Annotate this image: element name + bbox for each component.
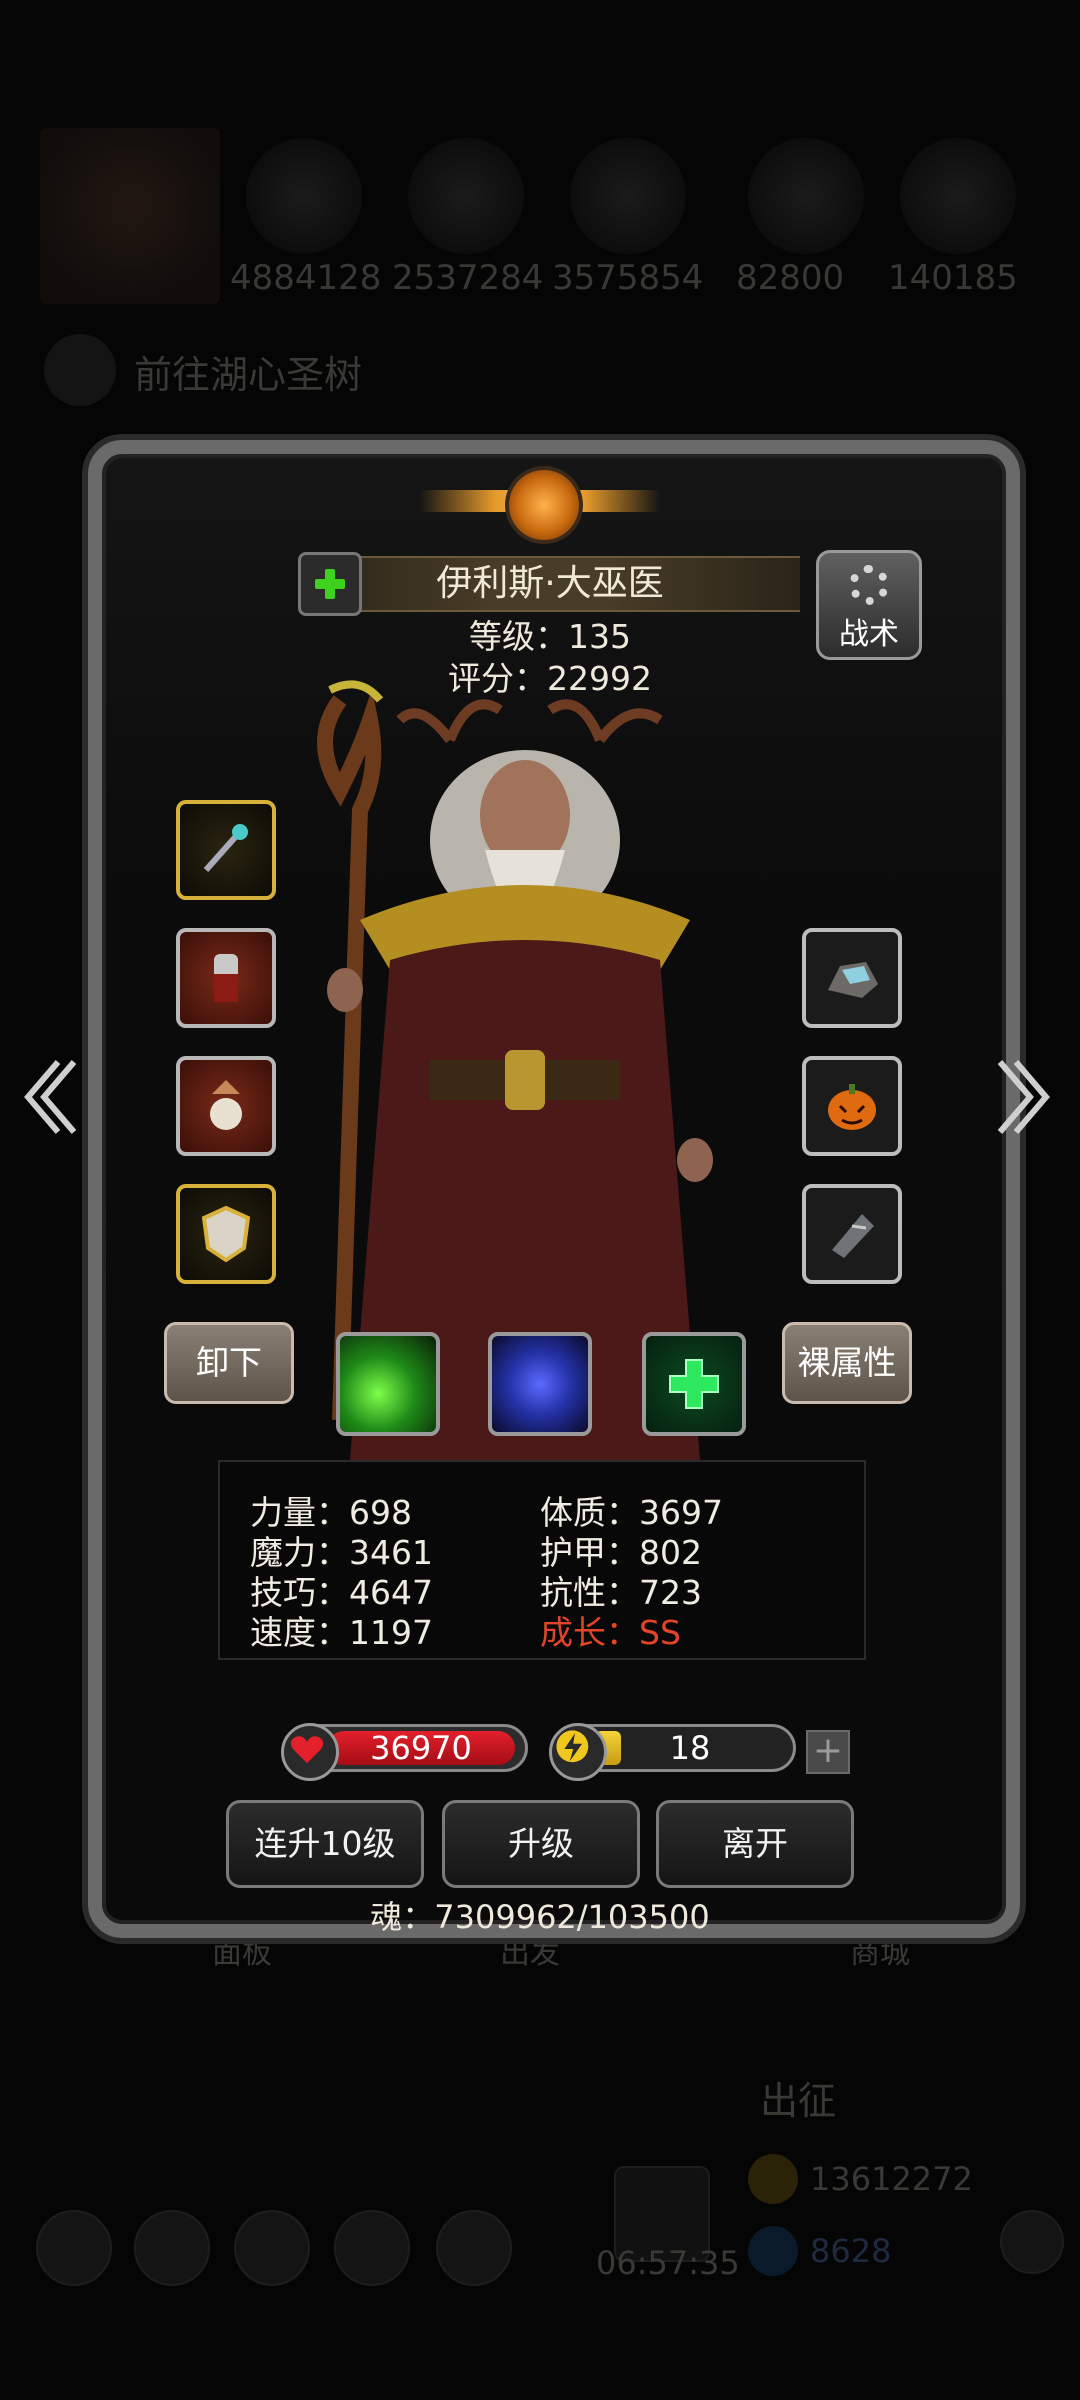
previous-hero-arrow-icon[interactable] bbox=[18, 1052, 78, 1142]
tactics-label: 战术 bbox=[839, 617, 899, 652]
ore-icon bbox=[828, 962, 878, 998]
resource-icon-1 bbox=[246, 138, 362, 254]
hero-name-bar: 伊利斯·大巫医 bbox=[300, 556, 800, 612]
skill-slot-1[interactable] bbox=[336, 1332, 440, 1436]
gem-amount: 8628 bbox=[810, 2232, 892, 2270]
hero-name: 伊利斯·大巫医 bbox=[436, 563, 664, 604]
equip-slot-weapon[interactable] bbox=[176, 800, 276, 900]
soul-text: 魂：7309962/103500 bbox=[370, 1898, 710, 1936]
shield-icon bbox=[201, 1205, 251, 1263]
resource-icon-4 bbox=[748, 138, 864, 254]
sortie-label: 出征 bbox=[760, 2079, 837, 2123]
pumpkin-icon bbox=[828, 1084, 876, 1130]
bottom-menu-icon-4 bbox=[334, 2210, 410, 2286]
gold-amount: 13612272 bbox=[810, 2160, 973, 2198]
resource-value-4: 82800 bbox=[736, 258, 845, 298]
equip-slot-medal[interactable] bbox=[176, 1056, 276, 1156]
leave-button[interactable]: 离开 bbox=[656, 1800, 854, 1888]
energy-bar: 18 bbox=[549, 1723, 796, 1781]
amulet-icon bbox=[214, 954, 238, 1002]
skill-slot-3[interactable] bbox=[642, 1332, 746, 1436]
bottom-menu-icon-2 bbox=[134, 2210, 210, 2286]
heart-icon bbox=[281, 1723, 339, 1781]
resource-value-2: 2537284 bbox=[392, 258, 544, 298]
lightning-icon bbox=[549, 1723, 607, 1781]
skill-slot-2[interactable] bbox=[488, 1332, 592, 1436]
tactics-button[interactable]: 战术 bbox=[816, 550, 922, 660]
timer-text: 06:57:35 bbox=[596, 2244, 740, 2282]
resource-icon-5 bbox=[900, 138, 1016, 254]
hp-bar: 36970 bbox=[281, 1723, 528, 1781]
add-hero-button[interactable] bbox=[298, 552, 362, 616]
equip-slot-shield[interactable] bbox=[176, 1184, 276, 1284]
gem-icon bbox=[748, 2226, 798, 2276]
equip-slot-ore[interactable] bbox=[802, 928, 902, 1028]
level-up-button[interactable]: 升级 bbox=[442, 1800, 640, 1888]
level-up-10-button[interactable]: 连升10级 bbox=[226, 1800, 424, 1888]
energy-value: 18 bbox=[669, 1729, 711, 1767]
stat-speed: 速度：1197 bbox=[250, 1613, 433, 1652]
hp-value: 36970 bbox=[370, 1729, 472, 1767]
emblem-icon bbox=[505, 466, 583, 544]
bottom-menu-icon-1 bbox=[36, 2210, 112, 2286]
quest-icon bbox=[44, 334, 116, 406]
bottom-menu-icon-5 bbox=[436, 2210, 512, 2286]
medal-icon bbox=[210, 1080, 242, 1130]
bottom-menu-icon-3 bbox=[234, 2210, 310, 2286]
resource-value-1: 4884128 bbox=[230, 258, 382, 298]
stat-growth: 成长：SS bbox=[540, 1613, 681, 1652]
bottom-add-icon bbox=[1000, 2210, 1064, 2274]
gold-coin-icon bbox=[748, 2154, 798, 2204]
resource-icon-3 bbox=[570, 138, 686, 254]
equip-slot-pumpkin[interactable] bbox=[802, 1056, 902, 1156]
next-hero-arrow-icon[interactable] bbox=[996, 1052, 1056, 1142]
quest-text: 前往湖心圣树 bbox=[134, 353, 363, 397]
staff-icon bbox=[203, 824, 248, 872]
gear-icon bbox=[849, 565, 889, 605]
add-energy-button[interactable]: + bbox=[806, 1730, 850, 1774]
base-attributes-button[interactable]: 裸属性 bbox=[782, 1322, 912, 1404]
resource-icon-2 bbox=[408, 138, 524, 254]
hero-level: 等级：135 bbox=[469, 617, 631, 656]
background-portrait bbox=[40, 128, 220, 304]
unequip-button[interactable]: 卸下 bbox=[164, 1322, 294, 1404]
green-heal-skill-icon bbox=[669, 1359, 719, 1409]
bracer-icon bbox=[832, 1214, 874, 1258]
stats-panel: 力量：698 体质：3697 魔力：3461 护甲：802 技巧：4647 抗性… bbox=[218, 1460, 866, 1660]
equip-slot-bracer[interactable] bbox=[802, 1184, 902, 1284]
equip-slot-amulet[interactable] bbox=[176, 928, 276, 1028]
resource-value-5: 140185 bbox=[888, 258, 1018, 298]
resource-value-3: 3575854 bbox=[552, 258, 704, 298]
